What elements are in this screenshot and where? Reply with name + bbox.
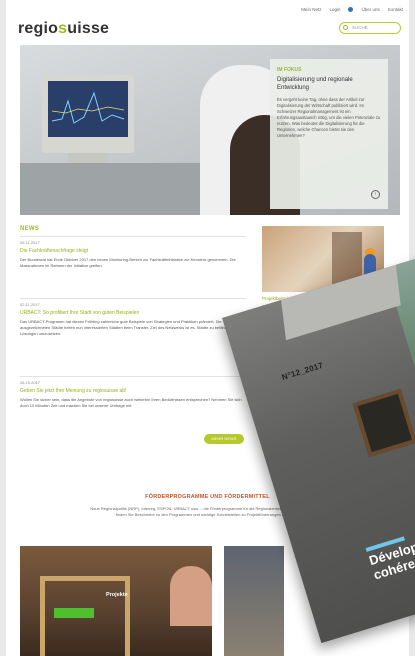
hero-monitor-stand [68, 153, 108, 163]
magazine-window-shape [352, 388, 415, 458]
site-logo[interactable]: regiosuisse [18, 20, 109, 38]
search-placeholder: SUCHE [352, 25, 368, 30]
news-text: Der Bundesrat hat Ende Oktober 2017 den … [20, 257, 236, 268]
person-shape [170, 566, 212, 626]
hero-monitor-screen [48, 81, 128, 137]
news-text: Wollen Sie sicher sein, dass die Angebot… [20, 397, 242, 408]
more-news-button[interactable]: MEHR NEWS [204, 434, 244, 444]
utility-bar: Mein Netz Login Über uns Kontakt [6, 0, 409, 18]
projects-tile-label[interactable]: Projekte [106, 592, 128, 598]
printer-light-shape [54, 608, 94, 618]
secondary-tile[interactable] [224, 546, 284, 656]
chevron-right-icon[interactable]: › [371, 190, 380, 199]
news-title[interactable]: Die Fachkräftenachfrage steigt [20, 248, 246, 254]
hero-banner[interactable]: IM FOKUS Digitalisierung und regionale E… [20, 45, 400, 215]
hero-monitor-image [42, 75, 134, 153]
search-icon [343, 25, 348, 30]
util-link-contact[interactable]: Kontakt [388, 7, 403, 12]
util-link-login[interactable]: Login [329, 7, 340, 12]
util-link-my-network[interactable]: Mein Netz [301, 7, 321, 12]
news-date: 02.11.2017 [20, 302, 40, 307]
news-date: 26.10.2017 [20, 380, 41, 385]
news-text: Das URBACT-Programm hat diesen Frühling … [20, 319, 243, 336]
news-date: 05.11.2017 [20, 240, 40, 245]
news-item[interactable]: 26.10.2017 Geben Sie jetzt Ihre Meinung … [20, 376, 246, 409]
news-item[interactable]: 05.11.2017 Die Fachkräftenachfrage steig… [20, 236, 246, 269]
globe-icon [348, 6, 354, 12]
hero-text: Es vergeht keine Tag, ohne dass der Arti… [277, 97, 381, 138]
magazine-issue-number: N°12_2017 [280, 360, 325, 382]
news-item[interactable]: 02.11.2017 URBACT: So profitiert Ihre St… [20, 298, 246, 337]
site-header: regiosuisse SUCHE [6, 18, 409, 42]
news-heading: NEWS [20, 226, 40, 232]
util-link-about[interactable]: Über uns [361, 7, 379, 12]
hero-title[interactable]: Digitalisierung und regionale Entwicklun… [277, 76, 381, 92]
news-title[interactable]: Geben Sie jetzt Ihre Meinung zu regiosui… [20, 388, 246, 394]
hero-tag: IM FOKUS [277, 67, 302, 73]
hero-teaser-box[interactable]: IM FOKUS Digitalisierung und regionale E… [270, 59, 388, 209]
search-input[interactable]: SUCHE [339, 22, 401, 34]
news-title[interactable]: URBACT: So profitiert Ihre Stadt von gut… [20, 310, 246, 316]
projects-tile[interactable]: Projekte [20, 546, 212, 656]
